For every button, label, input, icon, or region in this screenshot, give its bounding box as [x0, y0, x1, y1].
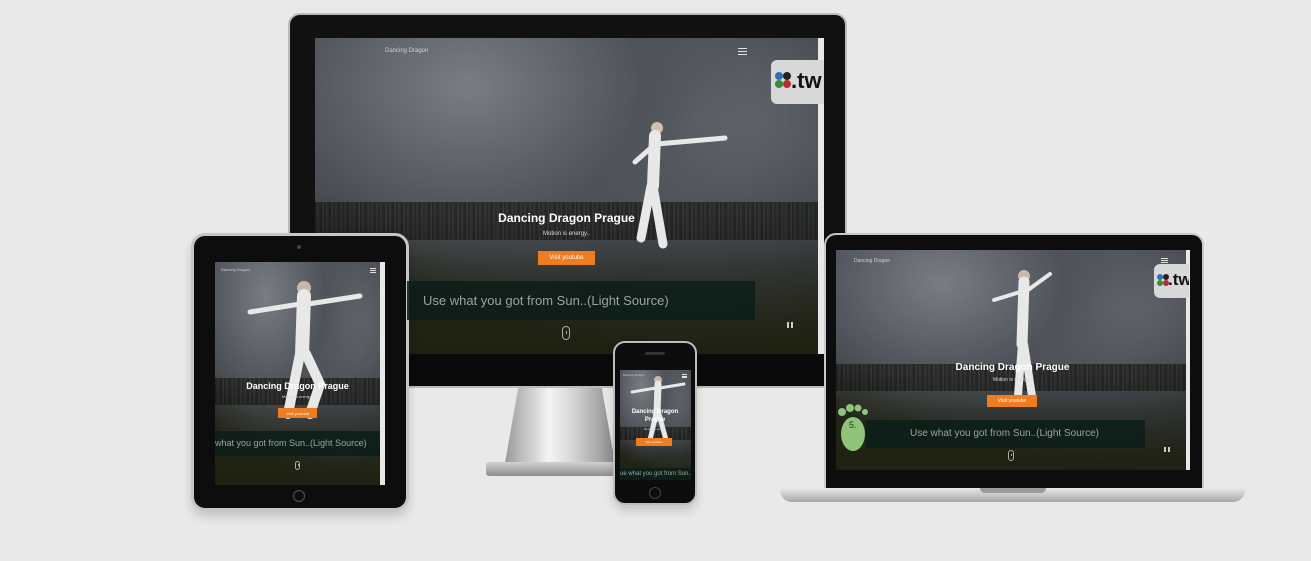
site-logo[interactable]: Dancing Dragon	[221, 267, 250, 272]
pause-video-icon[interactable]	[787, 322, 795, 328]
hamburger-menu-icon[interactable]	[738, 48, 747, 55]
dancer-figure	[247, 281, 363, 419]
tablet-camera	[297, 245, 301, 249]
footprint-label: 5.	[849, 420, 857, 430]
hero-subtitle: Motion is energy..	[643, 427, 668, 431]
hero-title: Dancing Dragon Prague	[955, 362, 1070, 373]
tablet-home-button[interactable]	[293, 490, 305, 502]
hamburger-menu-icon[interactable]	[1161, 258, 1168, 263]
partner-badge[interactable]: .tw	[1154, 264, 1189, 298]
visit-youtube-button[interactable]: Visit youtube	[538, 251, 595, 265]
site-logo[interactable]: Dancing Dragon	[854, 258, 890, 264]
site-logo[interactable]: Dancing Dragon	[623, 373, 645, 377]
hamburger-menu-icon[interactable]	[370, 268, 376, 273]
phone-speaker	[645, 352, 665, 355]
phone-screen: Dancing Dragon Dancing Dragon Prague Mot…	[620, 370, 691, 480]
hero-subtitle: Motion is energy..	[281, 394, 314, 399]
partner-badge[interactable]: .tw	[771, 60, 824, 104]
hero-title: Dancing Dragon Prague	[498, 211, 635, 225]
pause-video-icon[interactable]	[1164, 447, 1170, 452]
partner-badge-text: .tw	[1168, 270, 1189, 289]
quote-ticker: ue what you got from Sun..(Light	[620, 468, 691, 480]
hamburger-menu-icon[interactable]	[682, 374, 687, 378]
scroll-down-indicator[interactable]	[1008, 450, 1014, 461]
phone-home-button[interactable]	[649, 487, 661, 499]
visit-youtube-button[interactable]: Visit youtube	[987, 395, 1037, 407]
dancer-figure	[630, 376, 686, 442]
imac-stand	[505, 388, 615, 463]
scroll-down-indicator[interactable]	[295, 461, 300, 470]
tablet-scrollbar[interactable]	[380, 262, 385, 485]
site-logo[interactable]: Dancing Dragon	[385, 48, 428, 54]
tablet-screen: Dancing Dragon Dancing Dragon Prague Mot…	[215, 262, 385, 485]
laptop-screen: Dancing Dragon .tw Dancing Dragon Prague…	[836, 250, 1189, 470]
visit-youtube-button[interactable]: Visit youtube	[278, 408, 317, 418]
partner-badge-text: .tw	[791, 68, 822, 93]
hero-subtitle: Motion is energy..	[543, 231, 590, 237]
dancer-figure	[992, 270, 1052, 400]
hero-title: Dancing Dragon Prague	[246, 381, 349, 391]
scroll-down-indicator[interactable]	[562, 326, 570, 340]
quote-ticker: Use what you got from Sun..(Light Source…	[866, 420, 1145, 448]
hero-title: Dancing Dragon Prague	[631, 409, 679, 423]
quote-ticker: what you got from Sun..(Light Source)	[215, 431, 380, 456]
hero-subtitle: Motion is energy..	[992, 377, 1033, 383]
visit-youtube-button[interactable]: Visit youtube	[636, 438, 672, 446]
quote-ticker: Use what you got from Sun..(Light Source…	[407, 281, 755, 320]
laptop-notch	[980, 488, 1046, 493]
